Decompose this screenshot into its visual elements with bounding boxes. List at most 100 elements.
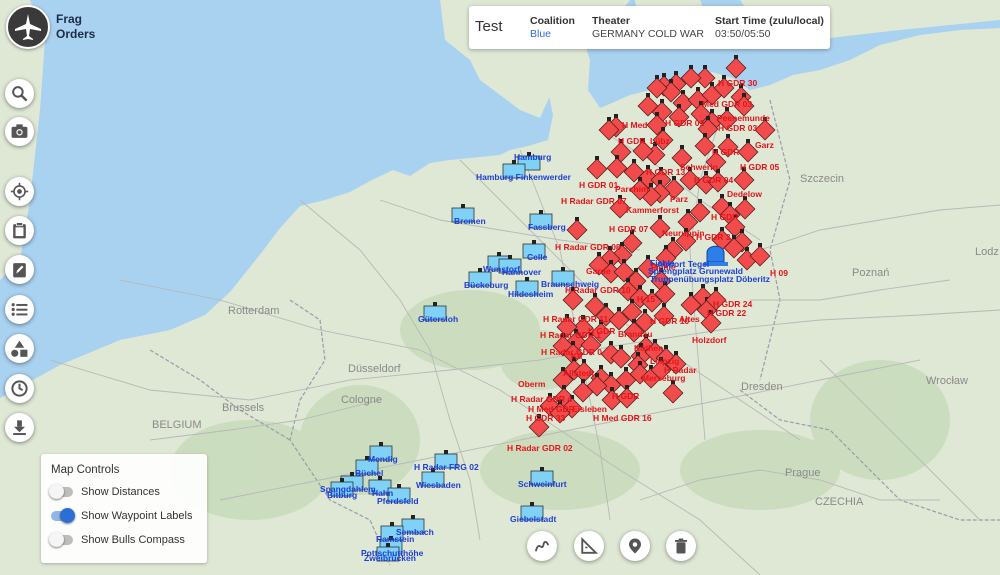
- edit-button[interactable]: [5, 255, 34, 284]
- red-unit-label: H GDR 30: [718, 78, 757, 88]
- blue-unit-label: Mendig: [368, 454, 398, 464]
- red-unit-label: H GDR 3: [696, 232, 731, 242]
- search-icon: [12, 86, 28, 102]
- camera-icon: [11, 124, 28, 138]
- blue-unit-label: Pferdsfeld: [377, 496, 419, 506]
- red-unit-label: H 09: [770, 268, 788, 278]
- geo-label: Szczecin: [800, 173, 844, 185]
- toggle-label: Show Distances: [81, 486, 160, 498]
- red-unit-label: Parchim: [615, 184, 649, 194]
- app-title-line2: Orders: [56, 27, 96, 41]
- blue-unit-label: Fassberg: [528, 222, 566, 232]
- red-unit-label: H Radar GDR 11: [543, 314, 608, 324]
- download-button[interactable]: [5, 413, 34, 442]
- red-unit-label: H GDR 33: [526, 413, 565, 423]
- measure-button[interactable]: [574, 531, 604, 561]
- red-unit-label: H GDR 03: [718, 123, 757, 133]
- place-marker-button[interactable]: [620, 531, 650, 561]
- map-controls-title: Map Controls: [51, 464, 120, 476]
- list-icon: [11, 303, 28, 316]
- red-unit-label: H 15: [637, 294, 655, 304]
- blue-unit-label: Ramstein: [376, 534, 414, 544]
- red-unit-label: H GDR 07: [609, 224, 648, 234]
- red-unit-label: H GDR 22: [707, 308, 746, 318]
- red-unit-label: Kü: [571, 351, 582, 361]
- time-button[interactable]: [5, 374, 34, 403]
- red-unit-label: Schwerin: [680, 162, 718, 172]
- blue-unit-label: Hamburg Finkenwerder: [476, 172, 572, 182]
- toggle-switch[interactable]: [51, 508, 75, 523]
- blue-unit-label: Airport Tegel: [657, 259, 709, 269]
- red-unit-label: H GDR: [712, 147, 739, 157]
- app-logo: Frag Orders: [6, 5, 95, 49]
- red-unit-label: Lübz: [650, 136, 670, 146]
- red-unit-label: Kammerforst: [626, 205, 679, 215]
- geo-label: Poznań: [852, 267, 889, 279]
- clipboard-icon: [13, 222, 26, 239]
- red-unit-label: H GDR: [618, 136, 645, 146]
- theater-label: Theater: [592, 15, 630, 27]
- red-unit-label: H GDR 01: [665, 118, 704, 128]
- draw-path-button[interactable]: [527, 531, 557, 561]
- blue-unit-label: Truppenübungsplatz Döberitz: [650, 274, 770, 284]
- app-title: Frag Orders: [56, 12, 95, 42]
- mission-info-panel: Test Coalition Blue Theater GERMANY COLD…: [469, 6, 830, 49]
- show-distances-toggle[interactable]: Show Distances: [49, 484, 160, 499]
- geo-label: Dresden: [741, 381, 783, 393]
- map-controls-panel: Map Controls Show Distances Show Waypoin…: [41, 454, 207, 563]
- blue-unit-label: Bitburg: [327, 490, 357, 500]
- edit-icon: [13, 263, 26, 278]
- red-unit-label: Garz: [755, 140, 774, 150]
- toggle-switch[interactable]: [49, 532, 73, 547]
- search-button[interactable]: [5, 79, 34, 108]
- app-title-line1: Frag: [56, 12, 83, 26]
- download-icon: [13, 420, 26, 436]
- shapes-icon: [11, 340, 28, 357]
- jet-icon: [6, 5, 50, 49]
- show-waypoint-labels-toggle[interactable]: Show Waypoint Labels: [51, 508, 193, 523]
- locate-button[interactable]: [5, 177, 34, 206]
- red-unit-label: H Radar GDR 4: [511, 394, 572, 404]
- red-unit-label: Garde: [586, 266, 611, 276]
- red-unit-label: H GDR 05: [740, 162, 779, 172]
- blue-unit-label: Bückeburg: [464, 280, 508, 290]
- toggle-switch[interactable]: [49, 484, 73, 499]
- blue-unit-label: Gütersloh: [418, 314, 458, 324]
- delete-icon: [675, 538, 687, 554]
- crosshair-icon: [10, 182, 29, 201]
- red-unit-label: H GDR: [588, 326, 615, 336]
- red-unit-label: Allstedt: [563, 368, 594, 378]
- blue-unit-label: Zweibrücken: [364, 553, 416, 563]
- delete-button[interactable]: [666, 531, 696, 561]
- geo-label: Cologne: [341, 394, 382, 406]
- show-bulls-compass-toggle[interactable]: Show Bulls Compass: [49, 532, 185, 547]
- red-unit-label: H Radar GDR 07: [561, 196, 627, 206]
- clipboard-button[interactable]: [5, 216, 34, 245]
- geo-label: Prague: [785, 467, 820, 479]
- coalition-label: Coalition: [530, 15, 575, 27]
- blue-unit-label: Braunschweig: [541, 279, 599, 289]
- shapes-button[interactable]: [5, 334, 34, 363]
- geo-label: Brussels: [222, 402, 265, 414]
- geo-label: Düsseldorf: [348, 363, 402, 375]
- red-unit-label: Holzdorf: [692, 335, 727, 345]
- geo-label: Rotterdam: [228, 305, 279, 317]
- red-unit-label: H GDR 01: [579, 180, 618, 190]
- blue-unit-label: Hildesheim: [508, 289, 554, 299]
- list-button[interactable]: [5, 295, 34, 324]
- red-unit-label: H GDR: [612, 391, 639, 401]
- red-unit-label: H Radar GDR 08: [555, 242, 621, 252]
- mission-name: Test: [475, 18, 503, 35]
- toggle-label: Show Waypoint Labels: [81, 510, 193, 522]
- place-marker-icon: [629, 538, 641, 554]
- blue-unit-label: H Radar FRG 02: [414, 462, 479, 472]
- screenshot-button[interactable]: [5, 117, 34, 146]
- red-unit-label: Med GDR 03: [702, 99, 752, 109]
- draw-path-icon: [535, 541, 549, 552]
- blue-unit-label: Wiesbaden: [416, 480, 461, 490]
- blue-unit-label: Hamburg: [514, 152, 551, 162]
- geo-label: Lodz: [975, 246, 999, 258]
- red-unit-label: H GDR: [711, 212, 738, 222]
- red-unit-label: H GDR 04: [694, 175, 733, 185]
- red-unit-label: Parz: [670, 194, 688, 204]
